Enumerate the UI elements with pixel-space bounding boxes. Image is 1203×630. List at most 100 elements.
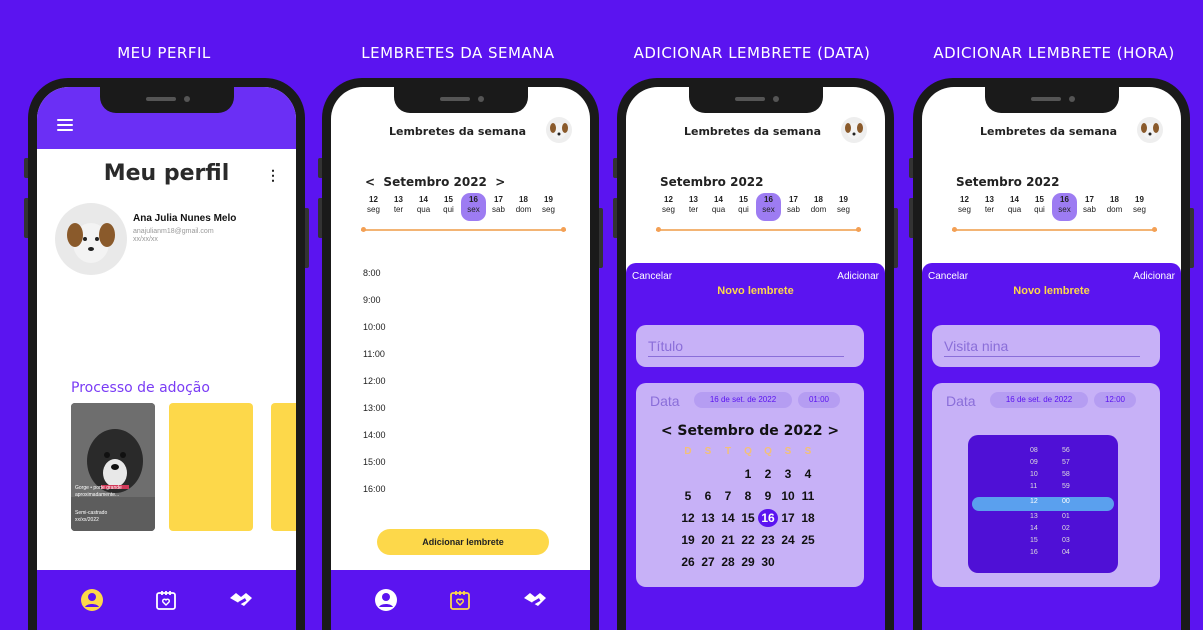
day-item[interactable]: 14 qua: [706, 193, 731, 221]
calendar-day[interactable]: 27: [698, 553, 718, 571]
prev-month-button[interactable]: <: [365, 175, 375, 189]
calendar-day[interactable]: 22: [738, 531, 758, 549]
modal-title: Novo lembrete: [1013, 285, 1090, 297]
hour-label: 15:00: [363, 457, 386, 467]
calendar-day[interactable]: 4: [798, 465, 818, 483]
next-month-button[interactable]: >: [495, 175, 505, 189]
calendar-day[interactable]: 7: [718, 487, 738, 505]
week-strip: 12 seg 13 ter 14 qua 15 qui 16 sex 17 sab 18 do…: [656, 193, 856, 221]
avatar[interactable]: [841, 117, 867, 143]
calendar-day[interactable]: 6: [698, 487, 718, 505]
calendar-day[interactable]: 18: [798, 509, 818, 527]
date-pill[interactable]: 16 de set. de 2022: [694, 392, 792, 408]
title-input[interactable]: Título: [636, 325, 864, 367]
day-item-selected[interactable]: 16 sex: [756, 193, 781, 221]
day-item[interactable]: 17 sab: [781, 193, 806, 221]
add-button[interactable]: Adicionar: [1133, 271, 1175, 282]
calendar-day[interactable]: 10: [778, 487, 798, 505]
day-item[interactable]: 18 dom: [511, 193, 536, 221]
day-item[interactable]: 12 seg: [952, 193, 977, 221]
calendar-day[interactable]: 29: [738, 553, 758, 571]
calendar-day-selected[interactable]: 16: [758, 509, 778, 527]
hour-label: 8:00: [363, 268, 381, 278]
calendar-day[interactable]: 14: [718, 509, 738, 527]
calendar-day[interactable]: 28: [718, 553, 738, 571]
handshake-icon[interactable]: [521, 586, 549, 614]
calendar-day[interactable]: 21: [718, 531, 738, 549]
day-item[interactable]: 18 dom: [806, 193, 831, 221]
menu-icon[interactable]: [57, 119, 73, 134]
day-item[interactable]: 18 dom: [1102, 193, 1127, 221]
hour-label: 12:00: [363, 376, 386, 386]
screen-add-time: Lembretes da semana Setembro 2022 12 seg …: [922, 87, 1181, 630]
avatar[interactable]: [546, 117, 572, 143]
title-placeholder: Título: [648, 338, 684, 354]
date-label: Data: [650, 393, 680, 409]
day-item[interactable]: 13 ter: [386, 193, 411, 221]
phone-add-date: Lembretes da semana Setembro 2022 12 seg …: [613, 78, 898, 630]
day-item[interactable]: 19 seg: [831, 193, 856, 221]
profile-icon[interactable]: [78, 586, 106, 614]
day-item[interactable]: 19 seg: [1127, 193, 1152, 221]
calendar-day[interactable]: 9: [758, 487, 778, 505]
calendar-day[interactable]: 3: [778, 465, 798, 483]
day-item-selected[interactable]: 16 sex: [1052, 193, 1077, 221]
day-item[interactable]: 13 ter: [681, 193, 706, 221]
calendar-day[interactable]: 24: [778, 531, 798, 549]
day-item[interactable]: 17 sab: [1077, 193, 1102, 221]
time-pill[interactable]: 12:00: [1094, 392, 1136, 408]
calendar-day[interactable]: 30: [758, 553, 778, 571]
time-pill[interactable]: 01:00: [798, 392, 840, 408]
add-reminder-button[interactable]: Adicionar lembrete: [377, 529, 549, 555]
time-picker[interactable]: 08 56 09 57 10 58 11 59 12 00 13 01 14 02 15 03 …: [968, 435, 1118, 573]
title-input[interactable]: Visita nina: [932, 325, 1160, 367]
calendar-day[interactable]: 2: [758, 465, 778, 483]
calendar-day[interactable]: 11: [798, 487, 818, 505]
calendar-heart-icon[interactable]: [446, 586, 474, 614]
day-item[interactable]: 14 qua: [1002, 193, 1027, 221]
date-pill[interactable]: 16 de set. de 2022: [990, 392, 1088, 408]
day-item[interactable]: 15 qui: [1027, 193, 1052, 221]
calendar-day[interactable]: 15: [738, 509, 758, 527]
calendar-heart-icon[interactable]: [152, 586, 180, 614]
avatar: [55, 203, 127, 275]
calendar-day[interactable]: 1: [738, 465, 758, 483]
day-item[interactable]: 15 qui: [436, 193, 461, 221]
calendar-day[interactable]: 25: [798, 531, 818, 549]
day-item[interactable]: 19 seg: [536, 193, 561, 221]
calendar-day[interactable]: 19: [678, 531, 698, 549]
calendar-day[interactable]: 13: [698, 509, 718, 527]
adoption-card-placeholder[interactable]: [169, 403, 253, 531]
handshake-icon[interactable]: [227, 586, 255, 614]
weekday-label: S: [704, 446, 712, 457]
hour-label: 11:00: [363, 349, 385, 359]
day-item[interactable]: 15 qui: [731, 193, 756, 221]
cancel-button[interactable]: Cancelar: [928, 271, 968, 282]
day-item[interactable]: 14 qua: [411, 193, 436, 221]
calendar-month-selector[interactable]: < Setembro de 2022 >: [636, 423, 864, 439]
more-options-icon[interactable]: ⋮: [266, 167, 280, 184]
weekday-label: Q: [764, 446, 772, 457]
calendar-day[interactable]: 8: [738, 487, 758, 505]
calendar-day[interactable]: 5: [678, 487, 698, 505]
day-item[interactable]: 13 ter: [977, 193, 1002, 221]
day-item[interactable]: 12 seg: [361, 193, 386, 221]
calendar-day[interactable]: 20: [698, 531, 718, 549]
calendar-day[interactable]: 17: [778, 509, 798, 527]
day-item-selected[interactable]: 16 sex: [461, 193, 486, 221]
month-label: Setembro 2022: [383, 175, 487, 189]
week-strip: 12 seg 13 ter 14 qua 15 qui 16 sex 17 sab 18 do…: [952, 193, 1152, 221]
calendar-day[interactable]: 23: [758, 531, 778, 549]
avatar[interactable]: [1137, 117, 1163, 143]
calendar-day[interactable]: 26: [678, 553, 698, 571]
day-item[interactable]: 12 seg: [656, 193, 681, 221]
weekday-label: D: [684, 446, 692, 457]
adoption-card-dog[interactable]: Gorge • porte grande aproximadamente... …: [71, 403, 155, 531]
adoption-card-placeholder[interactable]: [271, 403, 296, 531]
day-item[interactable]: 17 sab: [486, 193, 511, 221]
cancel-button[interactable]: Cancelar: [632, 271, 672, 282]
profile-icon[interactable]: [372, 586, 400, 614]
add-button[interactable]: Adicionar: [837, 271, 879, 282]
calendar-day[interactable]: 12: [678, 509, 698, 527]
screen-profile: Meu perfil ⋮ Ana Julia Nunes Melo anajul…: [37, 87, 296, 630]
